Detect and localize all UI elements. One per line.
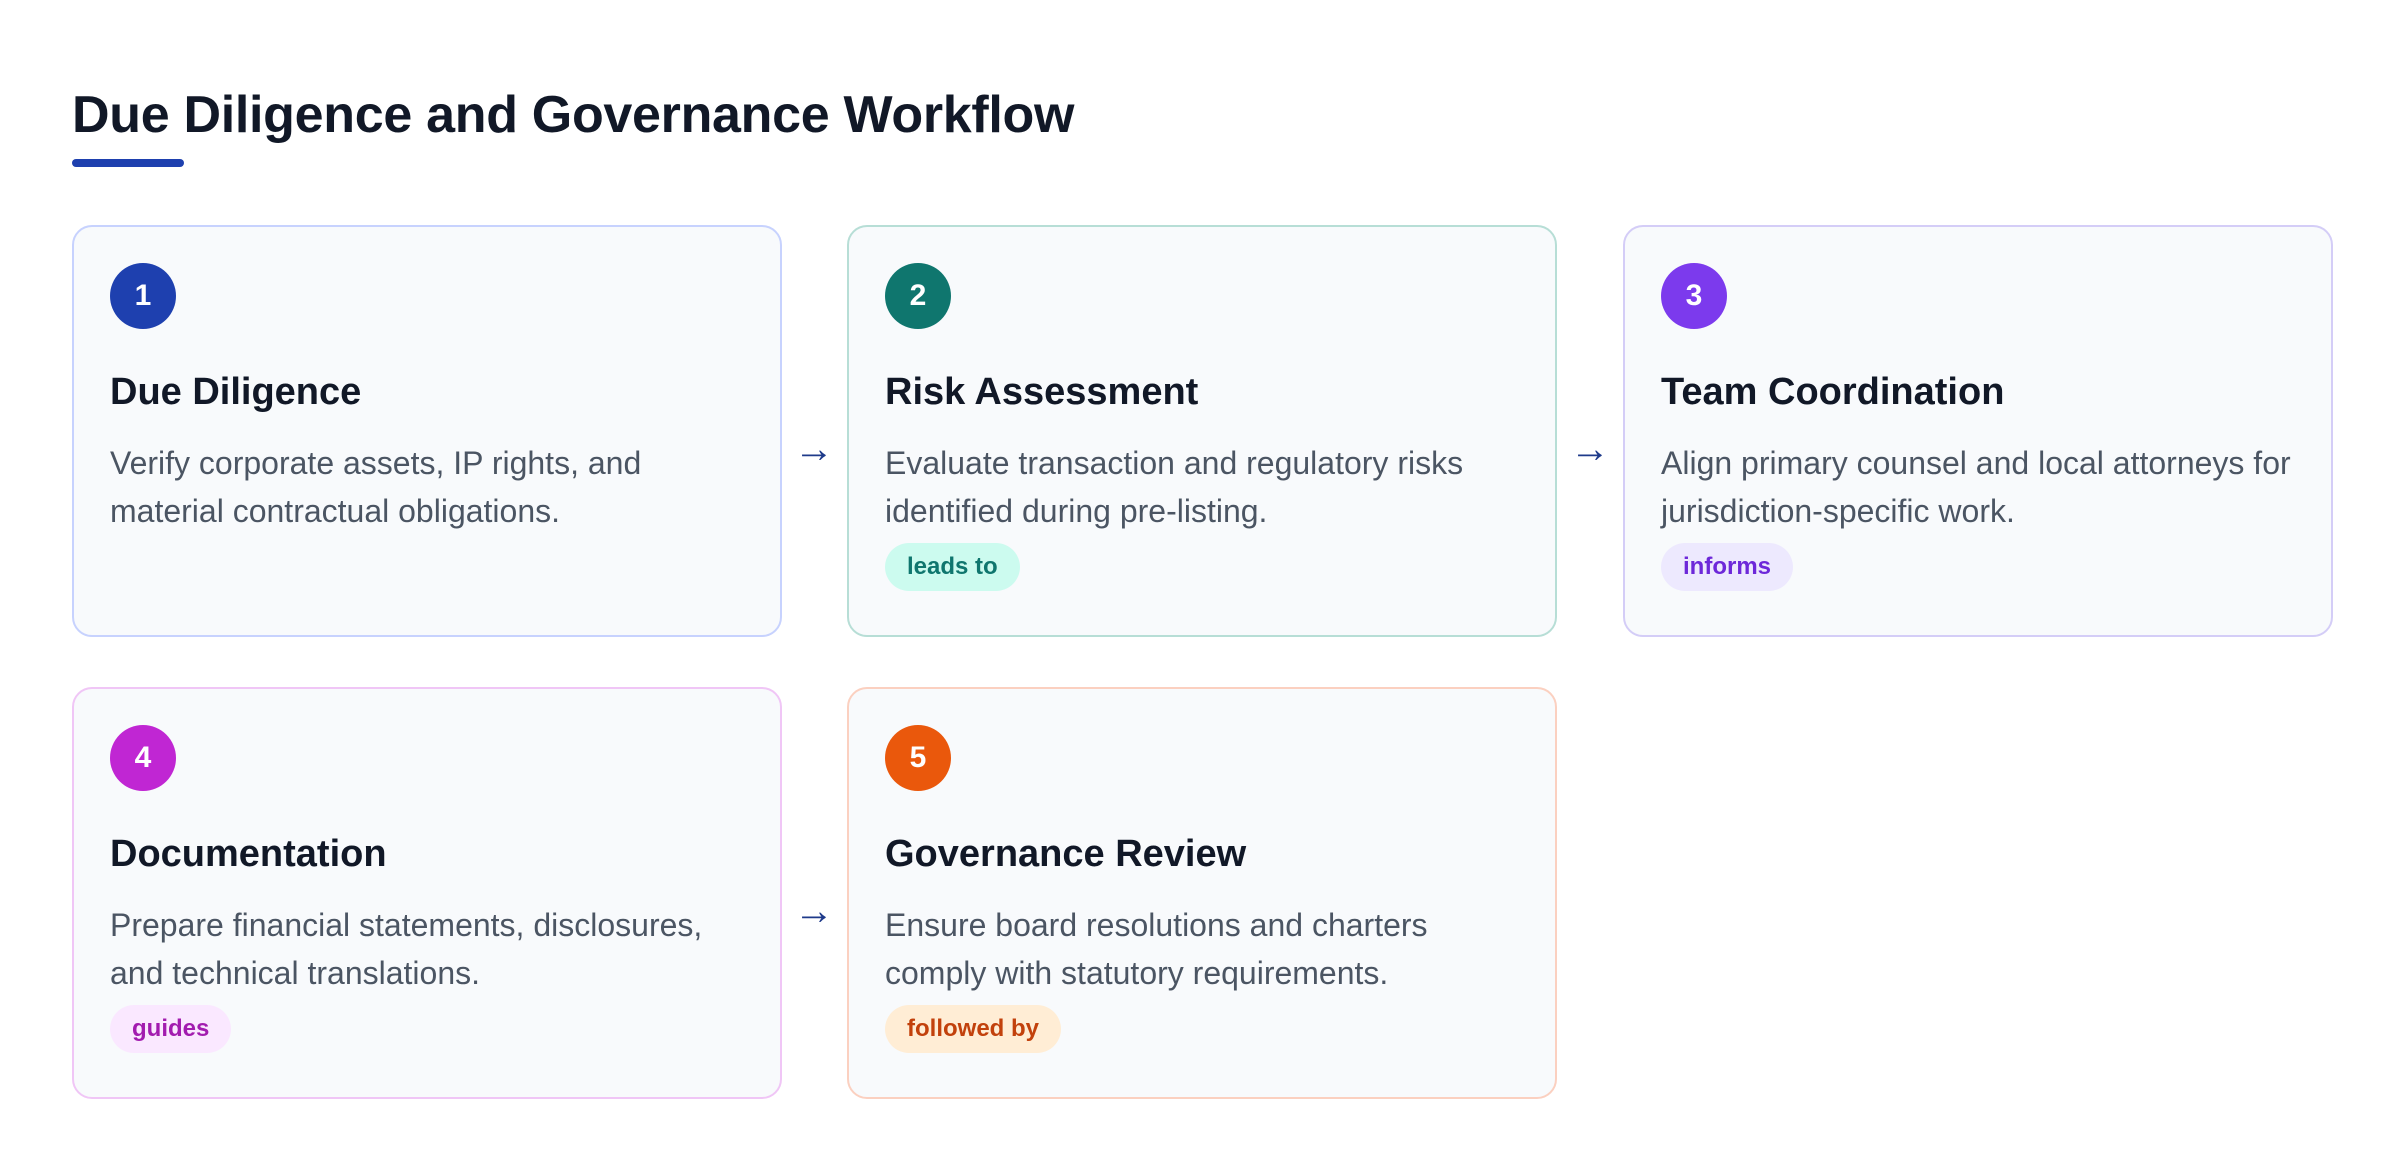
step-title: Team Coordination	[1661, 371, 2005, 413]
step-title: Due Diligence	[110, 371, 362, 413]
step-title: Documentation	[110, 833, 387, 875]
step-number-badge: 3	[1661, 263, 1727, 329]
step-card-5: 5 Governance Review Ensure board resolut…	[847, 687, 1557, 1099]
relation-tag: followed by	[885, 1005, 1061, 1053]
arrow-right-icon: →	[794, 427, 834, 471]
step-number-badge: 1	[110, 263, 176, 329]
relation-tag: guides	[110, 1005, 232, 1053]
step-number-badge: 2	[885, 263, 951, 329]
title-underline	[72, 159, 184, 167]
step-title: Risk Assessment	[885, 371, 1199, 413]
step-card-4: 4 Documentation Prepare financial statem…	[72, 687, 782, 1099]
relation-tag: informs	[1661, 543, 1794, 591]
step-description: Ensure board resolutions and charters co…	[885, 907, 1428, 991]
step-card-3: 3 Team Coordination Align primary counse…	[1623, 225, 2333, 637]
step-number-badge: 5	[885, 725, 951, 791]
step-card-1: 1 Due Diligence Verify corporate assets,…	[72, 225, 782, 637]
step-card-2: 2 Risk Assessment Evaluate transaction a…	[847, 225, 1557, 637]
page-title: Due Diligence and Governance Workflow	[72, 86, 1075, 144]
step-description: Prepare financial statements, disclosure…	[110, 907, 703, 991]
step-description: Verify corporate assets, IP rights, and …	[110, 445, 642, 529]
step-description: Evaluate transaction and regulatory risk…	[885, 445, 1464, 529]
step-title: Governance Review	[885, 833, 1247, 875]
arrow-right-icon: →	[1570, 427, 1610, 471]
arrow-right-icon: →	[794, 889, 834, 933]
step-number-badge: 4	[110, 725, 176, 791]
step-description: Align primary counsel and local attorney…	[1661, 445, 2291, 529]
workflow-page: Due Diligence and Governance Workflow 1 …	[0, 0, 2400, 1168]
relation-tag: leads to	[885, 543, 1020, 591]
